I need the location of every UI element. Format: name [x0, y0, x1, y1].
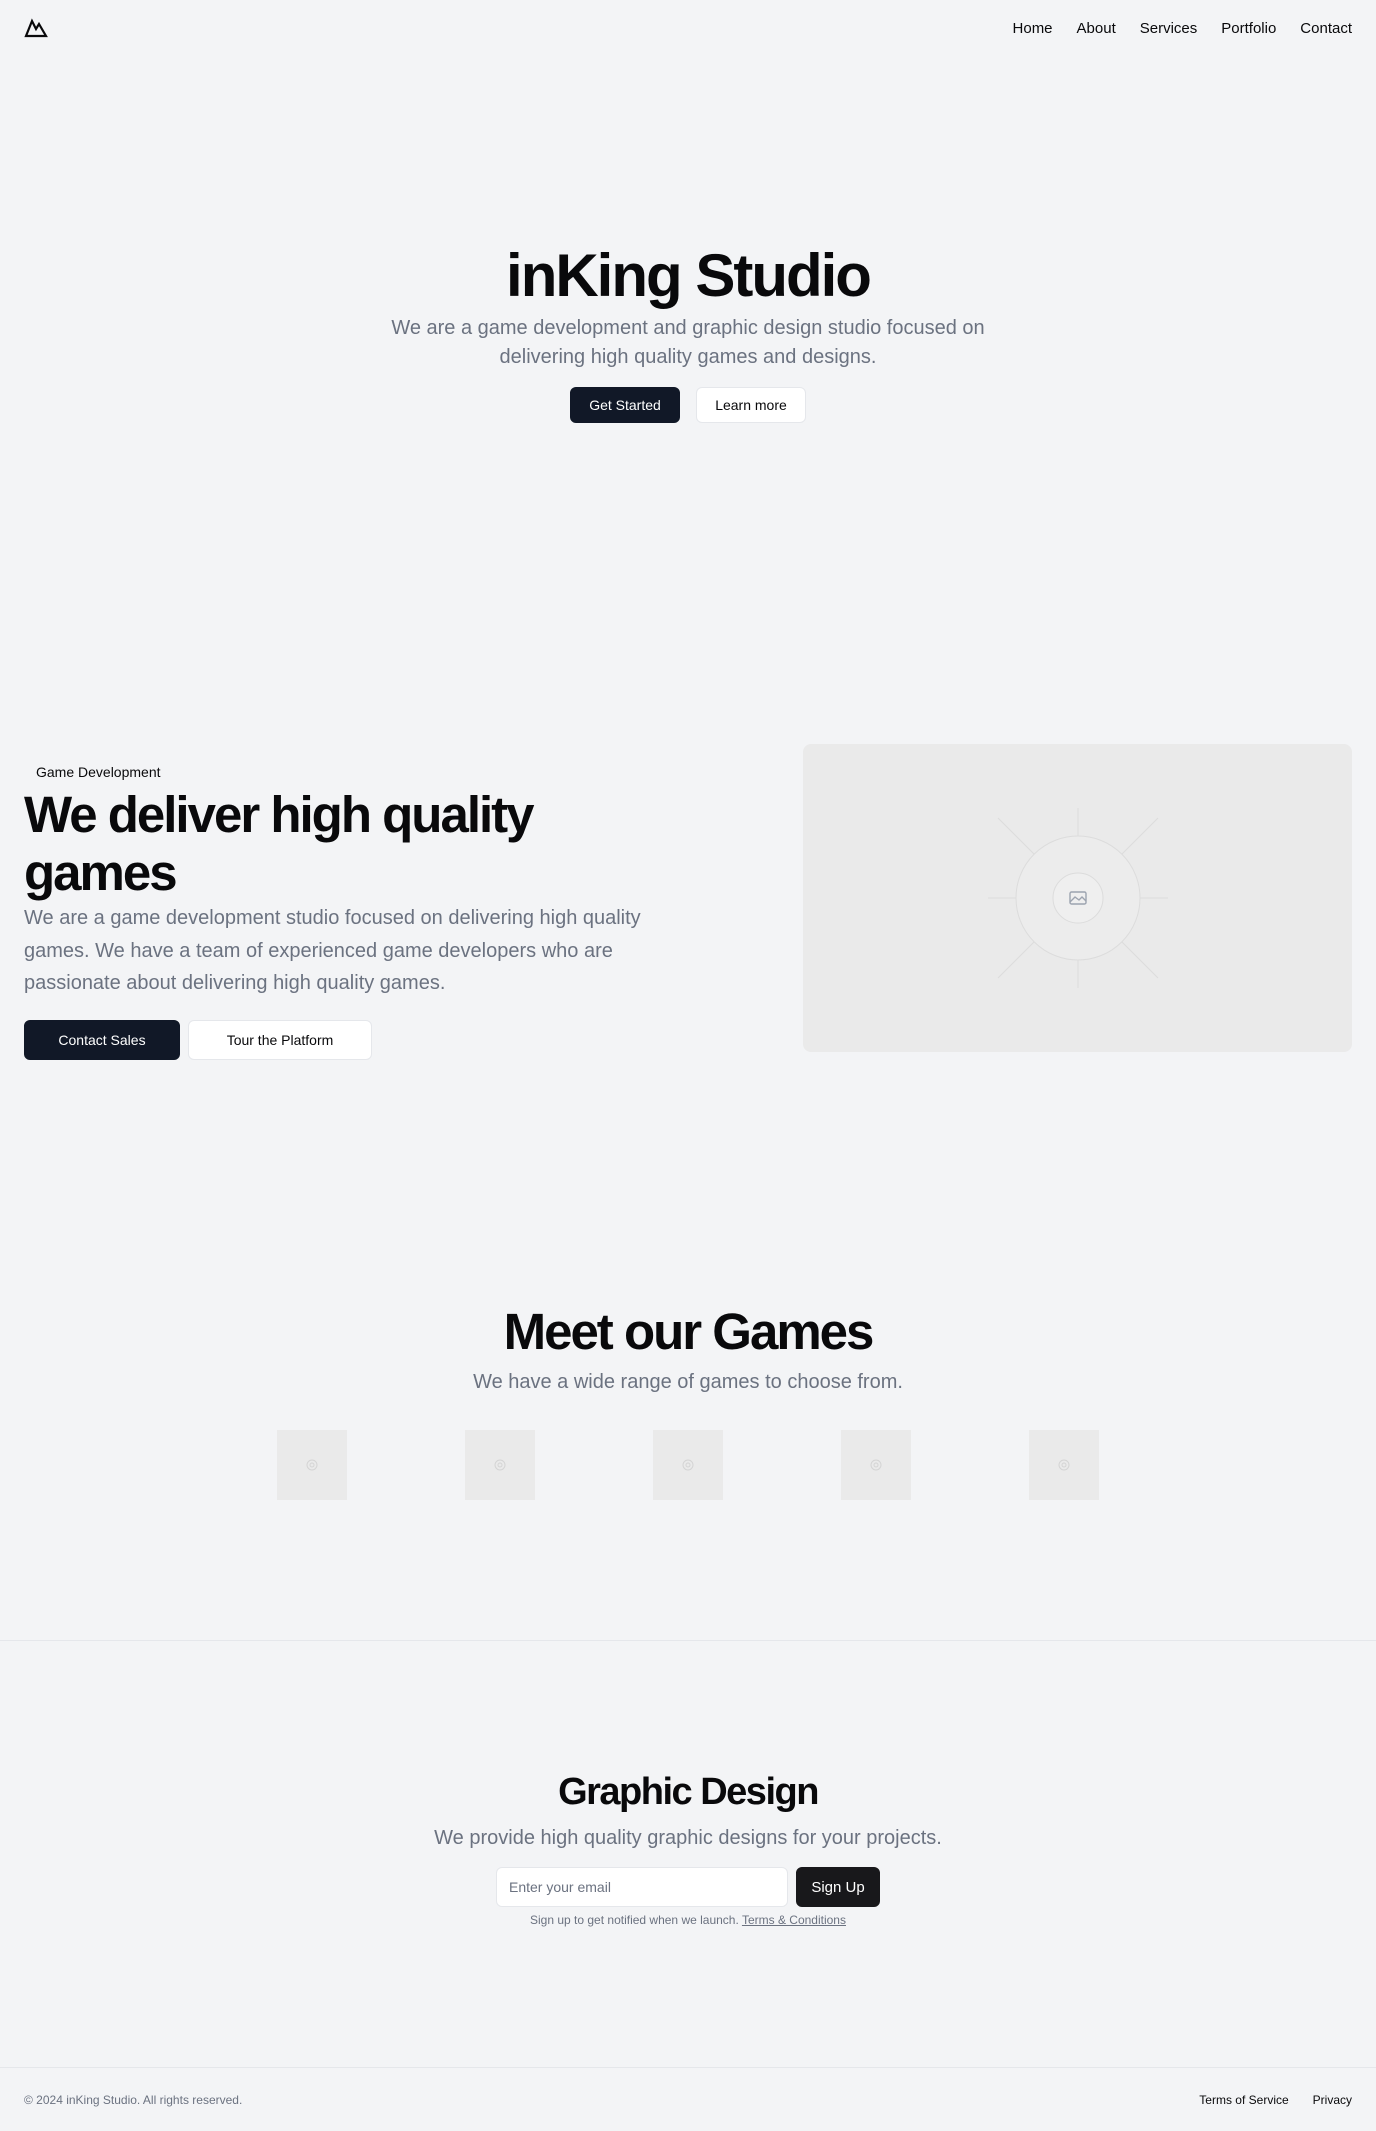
- nav-contact[interactable]: Contact: [1300, 20, 1352, 37]
- game-thumbnail[interactable]: [465, 1430, 535, 1500]
- hero-title: inKing Studio: [506, 242, 872, 309]
- game-thumbnail[interactable]: [1029, 1430, 1099, 1500]
- feature-image-placeholder: [803, 744, 1352, 1052]
- sign-up-button[interactable]: Sign Up: [796, 1867, 880, 1907]
- design-subtitle: We provide high quality graphic designs …: [434, 1827, 942, 1849]
- games-section: Meet our Games We have a wide range of g…: [0, 1300, 1376, 1500]
- games-gallery: [277, 1430, 1099, 1500]
- game-thumbnail[interactable]: [277, 1430, 347, 1500]
- feature-description: We are a game development studio focused…: [24, 907, 641, 994]
- hero-buttons: Get Started Learn more: [570, 387, 806, 423]
- nav-about[interactable]: About: [1077, 20, 1116, 37]
- signup-note: Sign up to get notified when we launch. …: [530, 1913, 846, 1927]
- nav-services[interactable]: Services: [1140, 20, 1198, 37]
- image-placeholder-icon: [870, 1459, 882, 1471]
- section-badge: Game Development: [36, 764, 161, 780]
- terms-conditions-link[interactable]: Terms & Conditions: [742, 1913, 846, 1927]
- image-placeholder-icon: [1058, 1459, 1070, 1471]
- email-input[interactable]: [496, 1867, 788, 1907]
- game-thumbnail[interactable]: [653, 1430, 723, 1500]
- privacy-link[interactable]: Privacy: [1313, 2093, 1352, 2107]
- image-placeholder-icon: [306, 1459, 318, 1471]
- signup-note-text: Sign up to get notified when we launch.: [530, 1913, 739, 1927]
- get-started-button[interactable]: Get Started: [570, 387, 680, 423]
- game-development-section: Game Development We deliver high quality…: [24, 744, 1352, 1060]
- learn-more-button[interactable]: Learn more: [696, 387, 806, 423]
- terms-of-service-link[interactable]: Terms of Service: [1199, 2093, 1288, 2107]
- nav-home[interactable]: Home: [1013, 20, 1053, 37]
- image-placeholder-icon: [494, 1459, 506, 1471]
- site-footer: © 2024 inKing Studio. All rights reserve…: [0, 2067, 1376, 2131]
- games-title: Meet our Games: [503, 1303, 875, 1360]
- design-title: Graphic Design: [558, 1771, 819, 1813]
- footer-nav: Terms of Service Privacy: [1199, 2093, 1352, 2107]
- site-header: Home About Services Portfolio Contact: [0, 0, 1376, 56]
- signup-form: Sign Up: [496, 1867, 880, 1907]
- image-placeholder-icon: [682, 1459, 694, 1471]
- games-subtitle: We have a wide range of games to choose …: [473, 1371, 903, 1393]
- main-nav: Home About Services Portfolio Contact: [1013, 20, 1352, 37]
- contact-sales-button[interactable]: Contact Sales: [24, 1019, 180, 1060]
- feature-title: We deliver high quality games: [24, 786, 535, 901]
- hero-section: inKing Studio We are a game development …: [0, 240, 1376, 423]
- copyright-text: © 2024 inKing Studio. All rights reserve…: [24, 2092, 243, 2107]
- game-thumbnail[interactable]: [841, 1430, 911, 1500]
- feature-content: Game Development We deliver high quality…: [24, 760, 684, 1060]
- feature-buttons: Contact Sales Tour the Platform: [24, 1019, 684, 1060]
- section-divider: [0, 1640, 1376, 1641]
- hero-subtitle: We are a game development and graphic de…: [391, 317, 985, 368]
- nav-portfolio[interactable]: Portfolio: [1221, 20, 1276, 37]
- tour-platform-button[interactable]: Tour the Platform: [188, 1019, 372, 1060]
- mountain-icon[interactable]: [24, 16, 48, 40]
- graphic-design-section: Graphic Design We provide high quality g…: [0, 1768, 1376, 1927]
- image-placeholder-icon: [987, 808, 1168, 988]
